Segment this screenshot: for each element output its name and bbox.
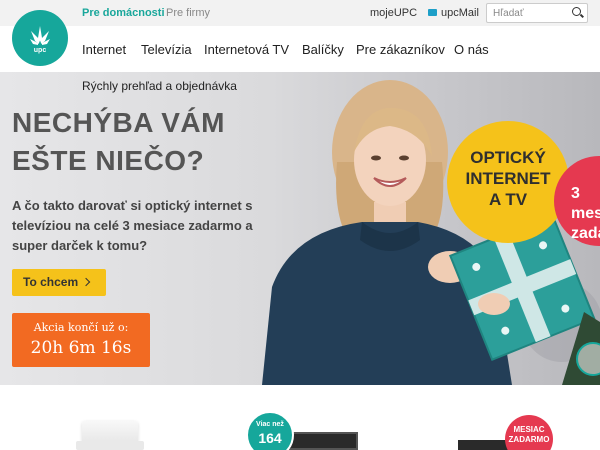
hero-headline: NECHÝBA VÁM EŠTE NIEČO? — [12, 107, 225, 176]
hero-banner: Rýchly prehľad a objednávka NECHÝBA VÁM … — [0, 72, 600, 385]
top-bar: Pre domácnosti Pre firmy mojeUPC upcMail — [0, 0, 600, 26]
channels-badge: Viac než 164 — [246, 411, 294, 450]
optic-internet-badge-text: OPTICKÝ INTERNET A TV — [465, 148, 551, 209]
upc-mail-label: upcMail — [441, 7, 479, 19]
countdown-box: Akcia končí už o: 20h 6m 16s — [12, 313, 150, 367]
upc-spark-icon — [30, 26, 50, 45]
nav-o-nas[interactable]: O nás — [454, 42, 489, 57]
free-month-badge-text: MESIAC ZADARMO — [508, 425, 550, 444]
to-chcem-label: To chcem — [23, 275, 79, 289]
optic-internet-badge: OPTICKÝ INTERNET A TV — [447, 121, 569, 243]
free-month-badge: MESIAC ZADARMO — [505, 415, 553, 450]
upc-homepage: Pre domácnosti Pre firmy mojeUPC upcMail… — [0, 0, 600, 450]
segment-business[interactable]: Pre firmy — [166, 7, 210, 19]
quick-overview-link[interactable]: Rýchly prehľad a objednávka — [82, 79, 237, 93]
search-box — [486, 3, 588, 23]
segment-home[interactable]: Pre domácnosti — [82, 7, 165, 19]
nav-balicky[interactable]: Balíčky — [302, 42, 344, 57]
search-icon[interactable] — [572, 7, 581, 16]
search-input[interactable] — [493, 7, 569, 20]
nav-televizia[interactable]: Televízia — [141, 42, 192, 57]
hero-subtext: A čo takto darovať si optický internet s… — [12, 198, 253, 253]
nav-internet[interactable]: Internet — [82, 42, 126, 57]
channels-badge-small: Viac než — [256, 421, 284, 428]
moje-upc-link[interactable]: mojeUPC — [370, 7, 417, 19]
nav-pre-zakaznikov[interactable]: Pre zákazníkov — [356, 42, 445, 57]
free-months-badge-text: 3 mesia zada — [571, 185, 600, 242]
logo-text: upc — [33, 47, 47, 54]
to-chcem-button[interactable]: To chcem — [12, 269, 106, 296]
countdown-label: Akcia končí už o: — [33, 321, 129, 334]
upc-mail-link[interactable]: upcMail — [428, 7, 479, 19]
nav-internetova-tv[interactable]: Internetová TV — [204, 42, 289, 57]
countdown-value: 20h 6m 16s — [30, 338, 132, 358]
mail-icon — [428, 9, 437, 16]
router-stand — [76, 441, 144, 450]
hero-photo — [262, 80, 600, 385]
upc-logo[interactable]: upc — [12, 10, 68, 66]
product-teasers: Viac než 164 MESIAC ZADARMO — [0, 385, 600, 450]
channels-badge-number: 164 — [258, 430, 282, 446]
